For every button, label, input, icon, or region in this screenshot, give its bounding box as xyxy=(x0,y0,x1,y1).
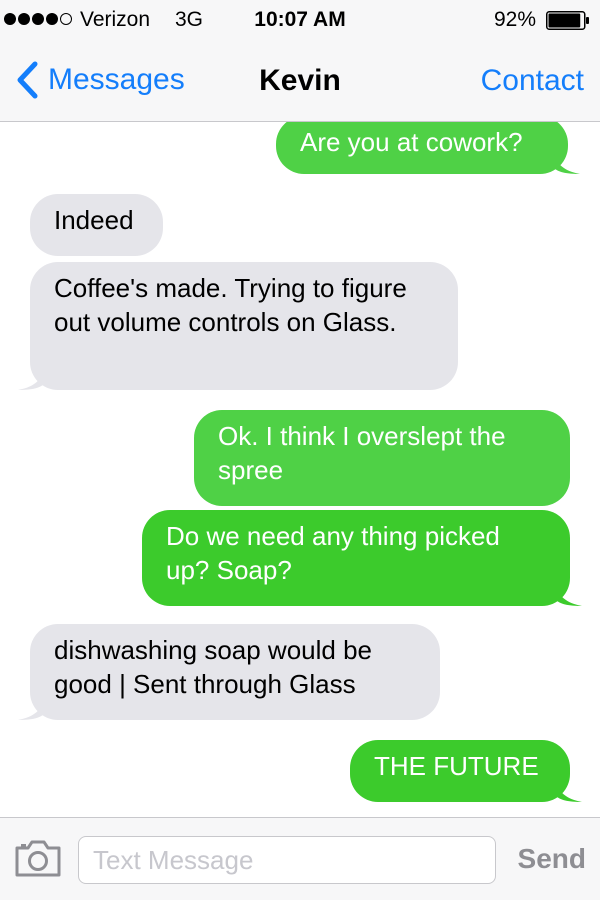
back-button[interactable]: Messages xyxy=(16,60,185,100)
battery-icon xyxy=(546,11,589,30)
battery-percent: 92% xyxy=(493,8,536,31)
bubble-tail xyxy=(556,780,582,802)
status-bar: Verizon 3G 10:07 AM 92% xyxy=(0,0,600,40)
camera-icon[interactable] xyxy=(14,838,62,878)
chevron-left-icon xyxy=(17,61,38,99)
message-text: Are you at cowork? xyxy=(300,127,523,157)
message-thread[interactable]: Are you at cowork? Indeed Coffee's made.… xyxy=(0,122,600,817)
send-button[interactable]: Send xyxy=(518,843,586,875)
message-bubble-incoming[interactable]: Indeed xyxy=(30,194,163,256)
message-text: Indeed xyxy=(54,205,134,235)
message-text: Ok. I think I overslept the spree xyxy=(218,421,506,485)
nav-bar: Messages Kevin Contact xyxy=(0,40,600,122)
message-text: THE FUTURE xyxy=(374,751,539,781)
back-label: Messages xyxy=(48,63,185,96)
message-bubble-outgoing[interactable]: THE FUTURE xyxy=(350,740,582,802)
message-bubble-outgoing[interactable]: Are you at cowork? xyxy=(276,122,580,174)
message-text: dishwashing soap would be good | Sent th… xyxy=(54,635,372,699)
contact-button[interactable]: Contact xyxy=(481,64,584,98)
message-input-bar: Send xyxy=(0,817,600,900)
bubble-tail xyxy=(556,584,582,606)
message-text-field[interactable] xyxy=(78,836,496,884)
message-bubble-outgoing[interactable]: Ok. I think I overslept the spree xyxy=(194,410,570,506)
bubble-tail xyxy=(554,152,580,174)
message-bubble-incoming[interactable]: Coffee's made. Trying to figure out volu… xyxy=(18,262,458,390)
bubble-tail xyxy=(18,698,44,720)
message-bubble-outgoing[interactable]: Do we need any thing picked up? Soap? xyxy=(142,510,582,606)
bubble-tail xyxy=(18,368,44,390)
message-text: Coffee's made. Trying to figure out volu… xyxy=(54,273,407,337)
message-bubble-incoming[interactable]: dishwashing soap would be good | Sent th… xyxy=(18,624,440,720)
message-text: Do we need any thing picked up? Soap? xyxy=(166,521,500,585)
